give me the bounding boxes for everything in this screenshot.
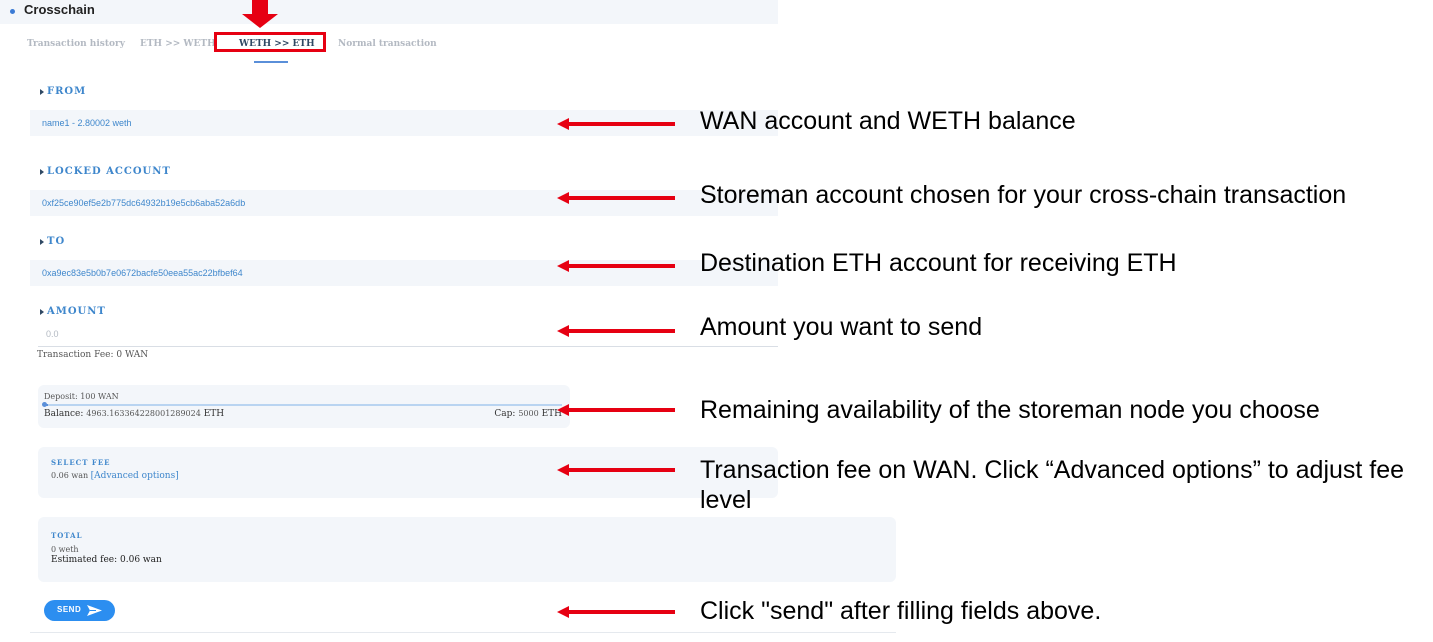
caret-right-icon (40, 238, 44, 245)
tab-transaction-history[interactable]: Transaction history (27, 38, 125, 50)
caret-right-icon (40, 168, 44, 175)
total-label: TOTAL (51, 531, 83, 540)
balance-unit: ETH (203, 409, 225, 419)
locked-account-value: 0xf25ce90ef5e2b775dc64932b19e5cb6aba52a6… (42, 198, 246, 208)
amount-label: AMOUNT (40, 306, 106, 318)
cap-label: Cap: (494, 409, 516, 419)
send-button[interactable]: SEND (44, 600, 115, 621)
deposit-text: Deposit: 100 WAN (44, 392, 119, 401)
tab-normal-transaction[interactable]: Normal transaction (338, 38, 437, 50)
balance-line: Balance: 4963.163364228001289024 ETH (44, 409, 224, 419)
cap-line: Cap: 5000 ETH (494, 409, 562, 419)
tab-highlight-box (214, 32, 326, 52)
tab-eth-to-weth[interactable]: ETH >> WETH (140, 38, 216, 50)
select-fee-label: SELECT FEE (51, 458, 111, 467)
caret-right-icon (40, 88, 44, 95)
from-value: name1 - 2.80002 weth (42, 118, 132, 128)
cap-value: 5000 (518, 409, 539, 418)
app-header (0, 0, 778, 24)
annotation-from: WAN account and WETH balance (700, 107, 1076, 135)
paper-plane-icon (87, 605, 102, 616)
annotation-fee: Transaction fee on WAN. Click “Advanced … (700, 456, 1405, 514)
fee-line: 0.06 wan [Advanced options] (51, 471, 179, 481)
locked-account-select[interactable]: 0xf25ce90ef5e2b775dc64932b19e5cb6aba52a6… (30, 190, 778, 216)
app-title: Crosschain (24, 2, 95, 17)
caret-right-icon (40, 308, 44, 315)
annotation-amount: Amount you want to send (700, 313, 983, 341)
annotation-storeman: Remaining availability of the storeman n… (700, 396, 1320, 424)
total-card: TOTAL 0 weth Estimated fee: 0.06 wan (38, 517, 896, 582)
select-fee-card: SELECT FEE 0.06 wan [Advanced options] (38, 447, 778, 498)
availability-progress-bar (42, 402, 562, 407)
send-label: SEND (57, 605, 82, 614)
locked-account-label: LOCKED ACCOUNT (40, 166, 171, 178)
progress-knob (42, 402, 47, 407)
annotation-to: Destination ETH account for receiving ET… (700, 249, 1177, 277)
divider (30, 632, 896, 633)
fee-value: 0.06 wan (51, 471, 89, 480)
storeman-availability: Deposit: 100 WAN Balance: 4963.163364228… (38, 385, 570, 428)
annotation-locked-account: Storeman account chosen for your cross-c… (700, 181, 1347, 209)
annotation-send: Click "send" after filling fields above. (700, 597, 1102, 625)
bullet-icon (10, 9, 15, 14)
amount-placeholder: 0.0 (46, 329, 59, 339)
balance-label: Balance: (44, 409, 84, 419)
to-label: TO (40, 236, 65, 248)
transaction-fee-text: Transaction Fee: 0 WAN (37, 350, 149, 360)
estimated-fee: Estimated fee: 0.06 wan (51, 555, 162, 565)
total-value: 0 weth (51, 545, 79, 554)
balance-value: 4963.163364228001289024 (86, 409, 201, 418)
advanced-options-link[interactable]: [Advanced options] (91, 471, 179, 481)
amount-input[interactable]: 0.0 (38, 322, 778, 347)
active-tab-indicator (254, 61, 288, 63)
from-label: FROM (40, 86, 86, 98)
to-address-value: 0xa9ec83e5b0b7e0672bacfe50eea55ac22bfbef… (42, 268, 243, 278)
